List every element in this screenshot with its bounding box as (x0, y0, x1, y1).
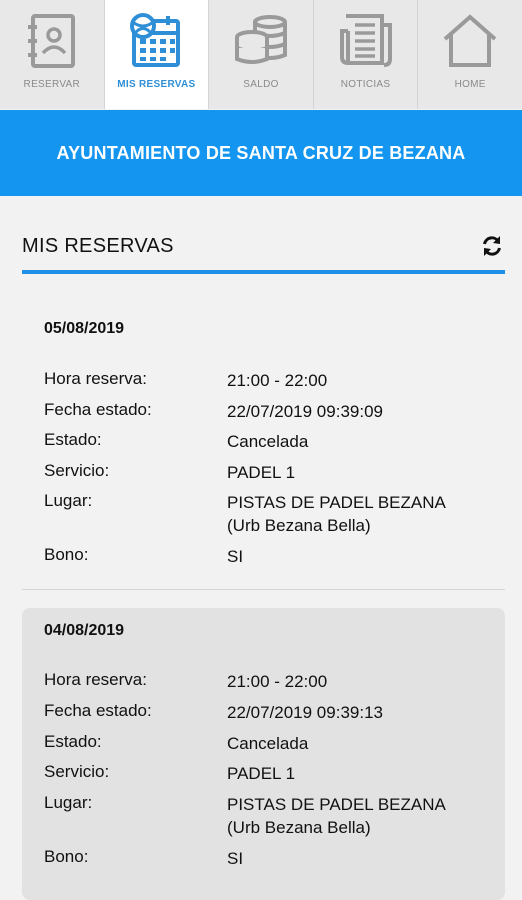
lugar-line-2: (Urb Bezana Bella) (227, 516, 371, 535)
tab-label: MIS RESERVAS (117, 79, 196, 90)
field-value: 21:00 - 22:00 (227, 672, 328, 691)
field-value: PISTAS DE PADEL BEZANA (Urb Bezana Bella… (227, 491, 482, 537)
refresh-icon[interactable] (479, 233, 505, 259)
tab-label: HOME (454, 79, 486, 90)
tab-mis-reservas[interactable]: MIS RESERVAS (104, 0, 210, 109)
reservation-card[interactable]: 05/08/2019 Hora reserva: 21:00 - 22:00 F… (22, 300, 505, 580)
field-label: Fecha estado: (44, 701, 152, 720)
field-value: PISTAS DE PADEL BEZANA (Urb Bezana Bella… (227, 793, 482, 839)
field-label: Bono: (44, 847, 89, 866)
reservation-date: 04/08/2019 (44, 622, 125, 639)
field-label: Servicio: (44, 762, 110, 781)
tab-noticias[interactable]: NOTICIAS (313, 0, 419, 109)
coins-icon (231, 11, 291, 71)
lugar-line-1: PISTAS DE PADEL BEZANA (227, 493, 446, 512)
tab-label: RESERVAR (23, 79, 81, 90)
field-value: 21:00 - 22:00 (227, 371, 328, 390)
field-label: Lugar: (44, 491, 93, 510)
tab-saldo[interactable]: SALDO (209, 0, 314, 109)
reservation-card[interactable]: 04/08/2019 Hora reserva: 21:00 - 22:00 F… (22, 608, 505, 900)
home-icon (440, 11, 500, 71)
header-banner: AYUNTAMIENTO DE SANTA CRUZ DE BEZANA (0, 110, 522, 196)
tab-bar: RESERVAR MIS RESERVAS SALDO NOTICIAS HOM… (0, 0, 522, 109)
tab-reservar[interactable]: RESERVAR (0, 0, 105, 109)
field-value: 22/07/2019 09:39:09 (227, 402, 383, 421)
tab-label: SALDO (243, 79, 279, 90)
field-value: PADEL 1 (227, 463, 296, 482)
field-label: Estado: (44, 430, 102, 449)
section-header: MIS RESERVAS (22, 226, 505, 274)
tab-label: NOTICIAS (340, 79, 391, 90)
newspaper-icon (336, 11, 396, 71)
field-label: Hora reserva: (44, 369, 147, 388)
divider (22, 589, 505, 590)
reservation-date: 05/08/2019 (44, 320, 125, 337)
field-value: Cancelada (227, 734, 309, 753)
field-label: Bono: (44, 545, 89, 564)
lugar-line-2: (Urb Bezana Bella) (227, 818, 371, 837)
calendar-icon (126, 11, 186, 71)
field-label: Estado: (44, 732, 102, 751)
field-label: Servicio: (44, 461, 110, 480)
banner-title: AYUNTAMIENTO DE SANTA CRUZ DE BEZANA (56, 142, 466, 163)
address-book-icon (22, 11, 82, 71)
field-value: SI (227, 849, 244, 868)
field-label: Lugar: (44, 793, 93, 812)
field-value: 22/07/2019 09:39:13 (227, 703, 383, 722)
tab-home[interactable]: HOME (418, 0, 522, 109)
lugar-line-1: PISTAS DE PADEL BEZANA (227, 795, 446, 814)
field-label: Hora reserva: (44, 670, 147, 689)
page-title: MIS RESERVAS (22, 234, 174, 257)
field-value: Cancelada (227, 432, 309, 451)
field-value: SI (227, 547, 244, 566)
field-value: PADEL 1 (227, 764, 296, 783)
field-label: Fecha estado: (44, 400, 152, 419)
